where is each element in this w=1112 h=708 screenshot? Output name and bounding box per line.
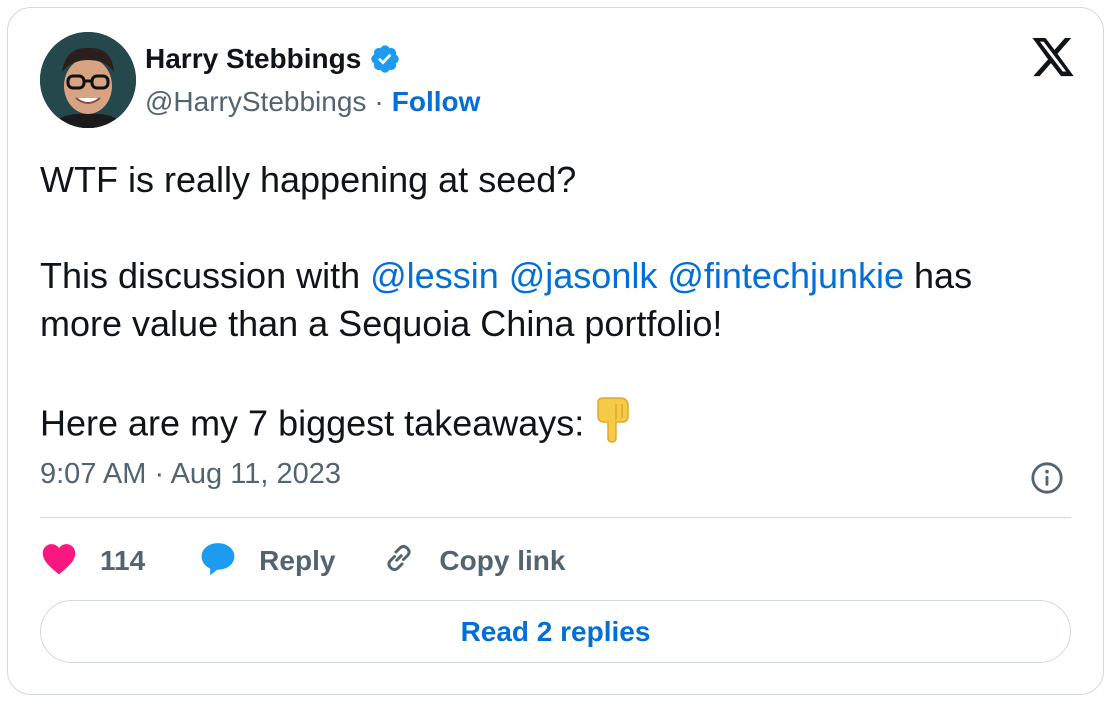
reply-label: Reply [259,545,336,576]
divider [40,517,1071,518]
follow-button[interactable]: Follow [392,86,481,118]
reply-button[interactable]: Reply [199,540,335,583]
avatar[interactable] [40,32,136,128]
read-replies-button[interactable]: Read 2 replies [40,600,1071,663]
mention-fintechjunkie[interactable]: @fintechjunkie [667,255,904,296]
author-name[interactable]: Harry Stebbings [145,43,361,75]
tweet-text: WTF is really happening at seed? This di… [40,156,1070,456]
copy-link-button[interactable]: Copy link [381,540,565,583]
tweet-line-2: This discussion with @lessin @jasonlk @f… [40,252,1070,300]
mention-lessin[interactable]: @lessin [370,255,499,296]
like-button[interactable]: 114 [40,541,145,582]
author-handle[interactable]: @HarryStebbings [145,86,366,118]
tweet-line-2-suffix: has [904,255,973,296]
tweet-line-4-text: Here are my 7 biggest takeaways: [40,402,585,444]
link-icon [381,540,417,583]
like-count: 114 [100,545,146,576]
tweet-line-1: WTF is really happening at seed? [40,159,577,200]
read-replies-label: Read 2 replies [460,615,651,647]
actions-row: 114 Reply Copy link [40,536,565,586]
verified-badge-icon [369,43,401,75]
mention-jasonlk[interactable]: @jasonlk [509,255,658,296]
tweet-line-3: more value than a Sequoia China portfoli… [40,303,723,344]
tweet-line-2-prefix: This discussion with [40,255,371,296]
heart-icon [40,541,78,582]
x-logo-icon[interactable] [1030,38,1076,80]
copy-link-label: Copy link [439,545,566,576]
info-icon[interactable] [1030,461,1064,495]
separator-dot: · [374,86,384,117]
reply-bubble-icon [199,540,237,583]
author-handle-row: @HarryStebbings · Follow [145,86,480,118]
tweet-line-4: Here are my 7 biggest takeaways: [40,396,1070,456]
pointing-down-emoji-icon [590,396,634,456]
author-name-row: Harry Stebbings [145,43,401,75]
tweet-timestamp[interactable]: 9:07 AM · Aug 11, 2023 [40,458,341,491]
